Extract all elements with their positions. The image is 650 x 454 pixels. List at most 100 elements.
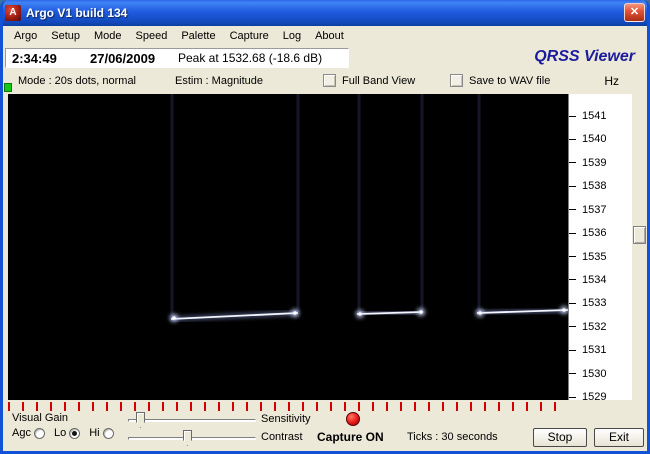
freq-value: 1531 (582, 344, 606, 356)
stop-button[interactable]: Stop (533, 428, 587, 447)
frequency-scale: 1541 1540 1539 1538 1537 1536 1535 1534 1533 1532… (568, 94, 632, 400)
checkbox-box-icon[interactable] (323, 74, 336, 87)
freq-tick-label: 1539 (569, 156, 606, 170)
checkbox-label: Full Band View (342, 75, 415, 87)
tick-mark-icon (569, 326, 576, 327)
menu-log[interactable]: Log (276, 28, 308, 44)
freq-tick-label: 1531 (569, 343, 606, 357)
freq-value: 1539 (582, 157, 606, 169)
menu-argo[interactable]: Argo (7, 28, 44, 44)
info-panel: 2:34:49 27/06/2009 Peak at 1532.68 (-18.… (5, 48, 349, 68)
freq-value: 1533 (582, 297, 606, 309)
checkbox-box-icon[interactable] (450, 74, 463, 87)
radio-circle-icon[interactable] (69, 428, 80, 439)
freq-tick-label: 1536 (569, 226, 606, 240)
spectrogram[interactable] (8, 94, 568, 400)
contrast-slider[interactable] (128, 430, 256, 446)
main-display: 1541 1540 1539 1538 1537 1536 1535 1534 1533 1532… (3, 94, 647, 400)
radio-label: Hi (89, 427, 99, 439)
freq-tick-label: 1541 (569, 109, 606, 123)
freq-tick-label: 1538 (569, 179, 606, 193)
radio-agc[interactable]: Agc (12, 427, 45, 439)
freq-tick-label: 1540 (569, 132, 606, 146)
tick-mark-icon (569, 397, 576, 398)
slider-track (128, 419, 256, 422)
menu-bar: Argo Setup Mode Speed Palette Capture Lo… (3, 26, 647, 46)
level-indicator (4, 83, 12, 92)
radio-circle-icon[interactable] (103, 428, 114, 439)
tick-mark-icon (569, 279, 576, 280)
tick-mark-icon (569, 373, 576, 374)
tick-mark-icon (569, 350, 576, 351)
sensitivity-slider-thumb[interactable] (136, 412, 145, 428)
scale-scroll-column (632, 94, 647, 400)
freq-tick-label: 1535 (569, 250, 606, 264)
tick-mark-icon (569, 116, 576, 117)
brand-label: QRSS Viewer (534, 48, 635, 66)
freq-tick-label: 1530 (569, 367, 606, 381)
freq-value: 1532 (582, 321, 606, 333)
app-window: A Argo V1 build 134 ✕ Argo Setup Mode Sp… (0, 0, 650, 454)
freq-value: 1540 (582, 133, 606, 145)
tick-mark-icon (569, 139, 576, 140)
spectrogram-svg (8, 94, 568, 400)
control-panel: Visual Gain Agc Lo Hi Sensitivity Contrast… (3, 400, 647, 451)
tick-mark-icon (569, 233, 576, 234)
tick-mark-icon (569, 209, 576, 210)
radio-label: Lo (54, 427, 66, 439)
mode-status: Mode : 20s dots, normal (18, 75, 136, 87)
close-button[interactable]: ✕ (624, 3, 645, 22)
menu-setup[interactable]: Setup (44, 28, 87, 44)
menu-about[interactable]: About (308, 28, 351, 44)
app-icon: A (5, 5, 21, 21)
freq-value: 1536 (582, 227, 606, 239)
freq-tick-label: 1537 (569, 203, 606, 217)
freq-tick-label: 1534 (569, 273, 606, 287)
freq-value: 1541 (582, 110, 606, 122)
status-row: Mode : 20s dots, normal Estim : Magnitud… (3, 70, 647, 94)
info-row: 2:34:49 27/06/2009 Peak at 1532.68 (-18.… (3, 46, 647, 70)
sensitivity-slider[interactable] (128, 412, 256, 428)
sensitivity-label: Sensitivity (261, 413, 311, 425)
tick-mark-icon (569, 162, 576, 163)
save-to-wav-checkbox[interactable]: Save to WAV file (450, 74, 550, 87)
radio-hi[interactable]: Hi (89, 427, 113, 439)
capture-status-label: Capture ON (317, 430, 384, 444)
freq-value: 1537 (582, 204, 606, 216)
tick-mark-icon (569, 303, 576, 304)
title-bar[interactable]: A Argo V1 build 134 ✕ (0, 0, 650, 26)
window-title: Argo V1 build 134 (26, 6, 127, 20)
slider-track (128, 437, 256, 440)
menu-capture[interactable]: Capture (223, 28, 276, 44)
radio-circle-icon[interactable] (34, 428, 45, 439)
full-band-view-checkbox[interactable]: Full Band View (323, 74, 415, 87)
frequency-scroll-thumb[interactable] (633, 226, 646, 244)
freq-value: 1535 (582, 251, 606, 263)
freq-value: 1534 (582, 274, 606, 286)
contrast-label: Contrast (261, 431, 303, 443)
visual-gain-label: Visual Gain (12, 412, 68, 424)
radio-lo[interactable]: Lo (54, 427, 80, 439)
date-label: 27/06/2009 (90, 51, 178, 66)
freq-tick-label: 1533 (569, 296, 606, 310)
time-ticks-strip (8, 402, 565, 411)
contrast-slider-thumb[interactable] (183, 430, 192, 446)
hz-unit-label: Hz (604, 74, 619, 88)
client-area: Argo Setup Mode Speed Palette Capture Lo… (3, 26, 647, 451)
menu-palette[interactable]: Palette (174, 28, 222, 44)
freq-value: 1530 (582, 368, 606, 380)
estim-status: Estim : Magnitude (175, 75, 263, 87)
capture-led-icon (346, 412, 360, 426)
radio-label: Agc (12, 427, 31, 439)
tick-mark-icon (569, 186, 576, 187)
peak-readout: Peak at 1532.68 (-18.6 dB) (178, 51, 322, 65)
ticks-interval-label: Ticks : 30 seconds (407, 431, 498, 443)
menu-mode[interactable]: Mode (87, 28, 129, 44)
checkbox-label: Save to WAV file (469, 75, 550, 87)
menu-speed[interactable]: Speed (129, 28, 175, 44)
freq-tick-label: 1532 (569, 320, 606, 334)
tick-mark-icon (569, 256, 576, 257)
freq-value: 1538 (582, 180, 606, 192)
radio-group: Agc Lo Hi (12, 427, 119, 439)
exit-button[interactable]: Exit (594, 428, 644, 447)
